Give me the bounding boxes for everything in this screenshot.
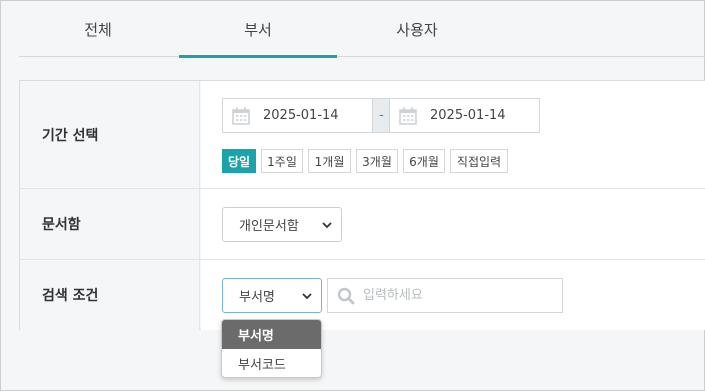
quick-3month-button[interactable]: 3개월 — [356, 149, 398, 173]
tab-all[interactable]: 전체 — [19, 1, 177, 57]
option-department-name[interactable]: 부서명 — [222, 320, 321, 349]
docbox-row: 문서함 개인문서함 — [19, 189, 705, 260]
quick-1week-button[interactable]: 1주일 — [261, 149, 303, 173]
search-row: 검색 조건 부서명 — [19, 260, 705, 330]
quick-6month-button[interactable]: 6개월 — [403, 149, 445, 173]
search-box — [327, 278, 563, 313]
search-input[interactable] — [363, 288, 553, 303]
search-label: 검색 조건 — [19, 260, 200, 330]
page-frame: 전체 부서 사용자 기간 선택 2025-01-14 - 2025-01-14 … — [0, 0, 705, 391]
docbox-select[interactable]: 개인문서함 — [222, 207, 342, 242]
docbox-value: 개인문서함 — [201, 189, 705, 259]
period-label: 기간 선택 — [19, 81, 200, 188]
end-date-value: 2025-01-14 — [430, 108, 506, 123]
docbox-selected-value: 개인문서함 — [239, 219, 299, 234]
search-type-select[interactable]: 부서명 — [222, 278, 322, 313]
date-separator: - — [373, 98, 390, 133]
filter-form: 기간 선택 2025-01-14 - 2025-01-14 당일 1주일 1개월… — [19, 80, 705, 330]
tab-department[interactable]: 부서 — [179, 1, 337, 57]
quick-custom-button[interactable]: 직접입력 — [450, 149, 508, 173]
end-date-field[interactable]: 2025-01-14 — [389, 98, 540, 133]
option-department-code[interactable]: 부서코드 — [222, 349, 321, 377]
docbox-label: 문서함 — [19, 189, 200, 259]
period-value: 2025-01-14 - 2025-01-14 당일 1주일 1개월 3개월 6… — [201, 81, 705, 188]
chevron-down-icon — [322, 222, 332, 229]
active-tab-indicator — [179, 55, 337, 58]
quick-today-button[interactable]: 당일 — [222, 149, 256, 173]
search-type-dropdown: 부서명 부서코드 — [221, 319, 322, 378]
calendar-icon — [399, 107, 417, 125]
chevron-down-icon — [302, 293, 312, 300]
search-icon — [337, 287, 355, 304]
period-row: 기간 선택 2025-01-14 - 2025-01-14 당일 1주일 1개월… — [19, 81, 705, 189]
tab-bar: 전체 부서 사용자 — [19, 1, 705, 58]
tab-divider — [19, 56, 705, 57]
tab-user[interactable]: 사용자 — [337, 1, 497, 57]
calendar-icon — [232, 107, 250, 125]
start-date-value: 2025-01-14 — [263, 108, 339, 123]
search-type-selected-value: 부서명 — [239, 290, 275, 305]
quick-1month-button[interactable]: 1개월 — [308, 149, 351, 173]
start-date-field[interactable]: 2025-01-14 — [222, 98, 373, 133]
